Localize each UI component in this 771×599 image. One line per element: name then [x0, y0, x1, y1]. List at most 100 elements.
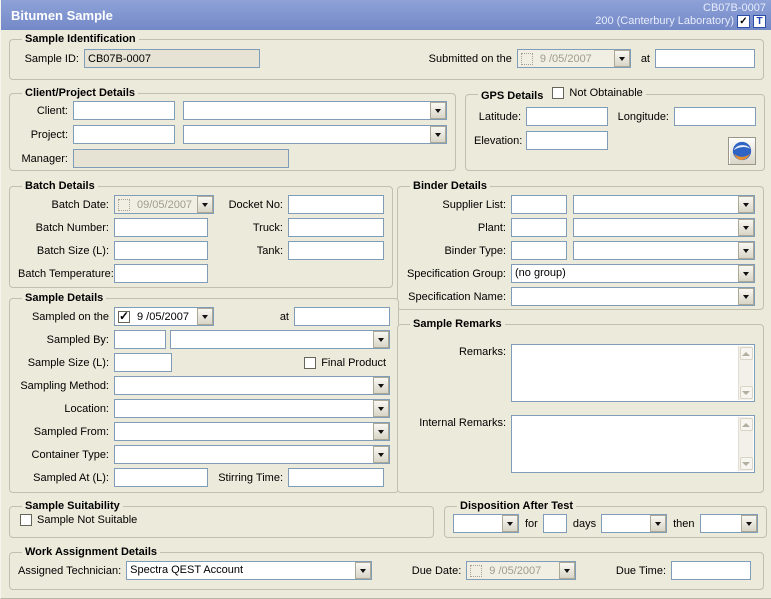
chevron-down-icon[interactable] — [738, 242, 754, 259]
disposition-action-value — [454, 515, 502, 532]
internal-remarks-scrollbar[interactable] — [738, 417, 753, 471]
batch-number-field[interactable] — [114, 218, 208, 237]
binder-type-select[interactable] — [573, 241, 755, 260]
latitude-field[interactable] — [526, 107, 608, 126]
sampling-method-select[interactable] — [114, 376, 390, 395]
work-assignment-section: Work Assignment Details Assigned Technic… — [9, 546, 764, 590]
sampled-by-code-field[interactable] — [114, 330, 166, 349]
chevron-down-icon[interactable] — [738, 196, 754, 213]
manager-field[interactable] — [73, 149, 289, 168]
sampling-method-label: Sampling Method: — [18, 380, 114, 392]
location-select[interactable] — [114, 399, 390, 418]
disposition-days-field[interactable] — [543, 514, 567, 533]
chevron-down-icon[interactable] — [650, 515, 666, 532]
client-code-field[interactable] — [73, 101, 175, 120]
chevron-down-icon[interactable] — [373, 331, 389, 348]
chevron-down-icon[interactable] — [738, 288, 754, 305]
chevron-down-icon[interactable] — [430, 102, 446, 119]
sample-remarks-legend: Sample Remarks — [410, 318, 505, 330]
disposition-then-label: then — [667, 518, 699, 530]
plant-code-field[interactable] — [511, 218, 567, 237]
chevron-down-icon[interactable] — [559, 562, 575, 579]
sampled-time-field[interactable] — [294, 307, 390, 326]
batch-date-picker[interactable]: 09/05/2007 — [114, 195, 214, 214]
stirring-time-field[interactable] — [288, 468, 384, 487]
due-date-checkbox[interactable] — [470, 565, 482, 577]
remarks-scrollbar[interactable] — [738, 346, 753, 400]
chevron-down-icon[interactable] — [373, 446, 389, 463]
binder-type-code-field[interactable] — [511, 241, 567, 260]
scroll-up-icon[interactable] — [740, 347, 753, 360]
sample-id-field[interactable] — [84, 49, 260, 68]
specification-group-label: Specification Group: — [406, 268, 511, 280]
disposition-period-select[interactable] — [601, 514, 667, 533]
supplier-code-field[interactable] — [511, 195, 567, 214]
specification-name-select[interactable] — [511, 287, 755, 306]
plant-select[interactable] — [573, 218, 755, 237]
project-code-field[interactable] — [73, 125, 175, 144]
chevron-down-icon[interactable] — [614, 50, 630, 67]
due-date-picker[interactable]: 9 /05/2007 — [466, 561, 576, 580]
supplier-select-value — [574, 196, 738, 213]
sample-not-suitable-checkbox[interactable] — [20, 514, 32, 526]
elevation-field[interactable] — [526, 131, 608, 150]
batch-size-field[interactable] — [114, 241, 208, 260]
gps-not-obtainable-checkbox[interactable] — [552, 87, 564, 99]
sample-size-label: Sample Size (L): — [18, 357, 114, 369]
container-type-select[interactable] — [114, 445, 390, 464]
chevron-down-icon[interactable] — [355, 562, 371, 579]
sampled-from-select[interactable] — [114, 422, 390, 441]
chevron-down-icon[interactable] — [197, 196, 213, 213]
chevron-down-icon[interactable] — [741, 515, 757, 532]
client-label: Client: — [18, 105, 73, 117]
sampled-by-select[interactable] — [170, 330, 390, 349]
t-icon[interactable]: T — [753, 15, 766, 28]
chevron-down-icon[interactable] — [197, 308, 213, 325]
chevron-down-icon[interactable] — [373, 400, 389, 417]
globe-icon — [731, 140, 753, 162]
sampled-at-field[interactable] — [114, 468, 208, 487]
checkmark-icon[interactable]: ✓ — [737, 15, 750, 28]
scroll-up-icon[interactable] — [740, 418, 753, 431]
chevron-down-icon[interactable] — [373, 377, 389, 394]
batch-temperature-field[interactable] — [114, 264, 208, 283]
stirring-time-label: Stirring Time: — [208, 472, 288, 484]
chevron-down-icon[interactable] — [738, 265, 754, 282]
chevron-down-icon[interactable] — [373, 423, 389, 440]
google-earth-button[interactable] — [728, 137, 756, 165]
supplier-select[interactable] — [573, 195, 755, 214]
project-select[interactable] — [183, 125, 447, 144]
final-product-checkbox[interactable] — [304, 357, 316, 369]
internal-remarks-textarea[interactable] — [511, 415, 755, 473]
chevron-down-icon[interactable] — [430, 126, 446, 143]
batch-date-checkbox[interactable] — [118, 199, 130, 211]
due-time-field[interactable] — [671, 561, 751, 580]
client-select-value — [184, 102, 430, 119]
disposition-then-select[interactable] — [700, 514, 758, 533]
tank-field[interactable] — [288, 241, 384, 260]
batch-section: Batch Details Batch Date: 09/05/2007 Doc… — [9, 180, 393, 288]
project-select-value — [184, 126, 430, 143]
longitude-field[interactable] — [674, 107, 756, 126]
binder-legend: Binder Details — [410, 180, 490, 192]
chevron-down-icon[interactable] — [502, 515, 518, 532]
submitted-time-field[interactable] — [655, 49, 755, 68]
client-select[interactable] — [183, 101, 447, 120]
submitted-date-checkbox[interactable] — [521, 53, 533, 65]
final-product-label: Final Product — [316, 357, 386, 369]
scroll-down-icon[interactable] — [740, 386, 753, 399]
assigned-technician-select[interactable]: Spectra QEST Account — [126, 561, 372, 580]
sampled-date-picker[interactable]: 9 /05/2007 — [114, 307, 214, 326]
chevron-down-icon[interactable] — [738, 219, 754, 236]
submitted-on-label: Submitted on the — [429, 53, 517, 65]
scroll-down-icon[interactable] — [740, 457, 753, 470]
remarks-textarea[interactable] — [511, 344, 755, 402]
sampled-date-checkbox[interactable] — [118, 311, 130, 323]
truck-field[interactable] — [288, 218, 384, 237]
truck-label: Truck: — [208, 222, 288, 234]
sample-size-field[interactable] — [114, 353, 172, 372]
specification-group-select[interactable]: (no group) — [511, 264, 755, 283]
disposition-action-select[interactable] — [453, 514, 519, 533]
submitted-date-picker[interactable]: 9 /05/2007 — [517, 49, 631, 68]
docket-no-field[interactable] — [288, 195, 384, 214]
